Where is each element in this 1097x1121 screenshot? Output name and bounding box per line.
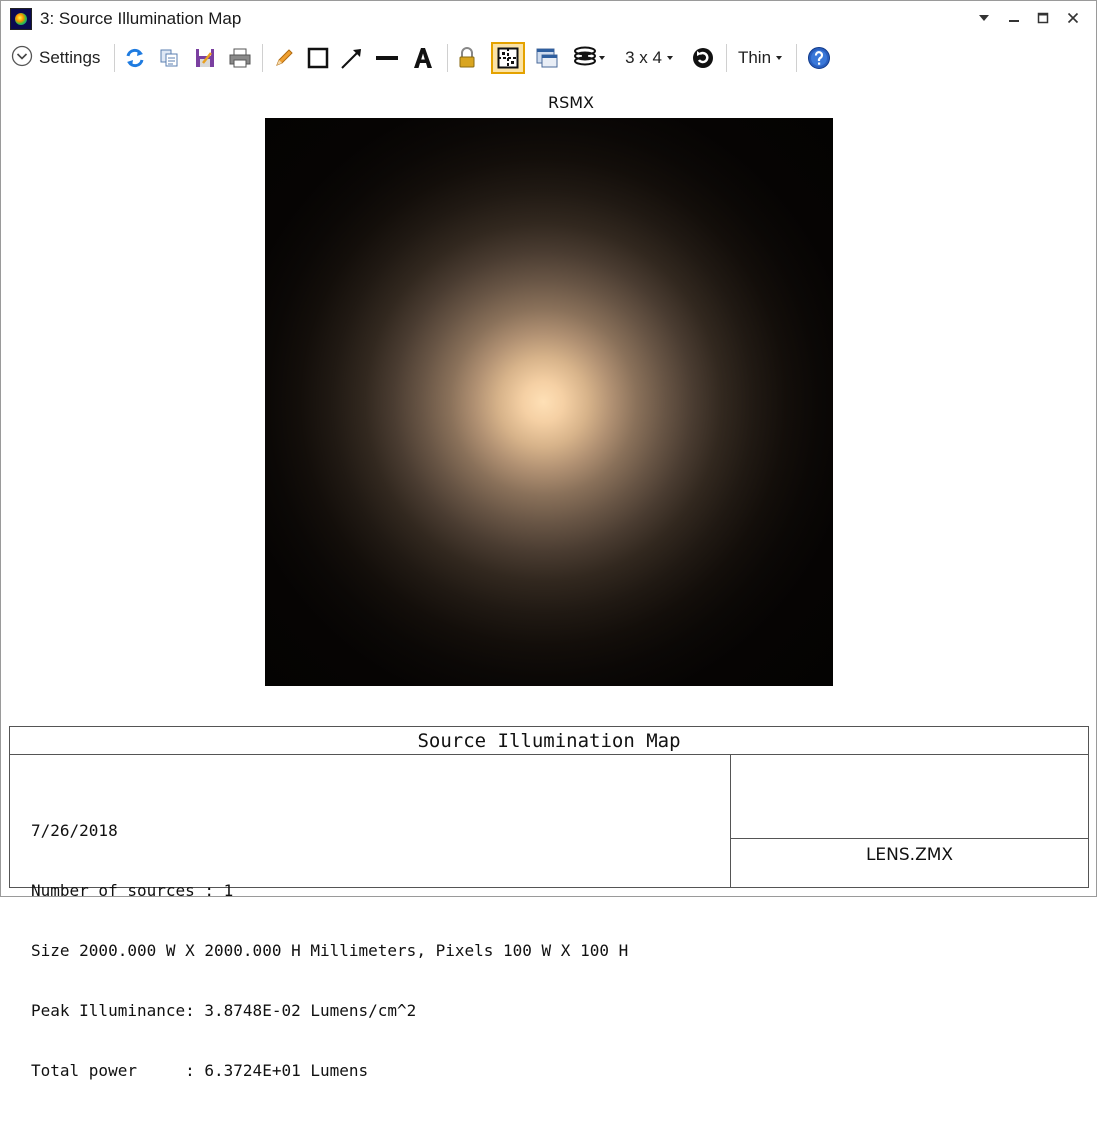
line-icon[interactable] — [373, 42, 401, 74]
close-button[interactable] — [1060, 6, 1086, 30]
info-panel-blank-cell — [731, 755, 1088, 839]
toolbar-separator — [262, 44, 263, 72]
lock-icon[interactable] — [453, 42, 481, 74]
window-icon[interactable] — [533, 42, 561, 74]
title-bar: 3: Source Illumination Map — [1, 1, 1096, 36]
info-line-sources: Number of sources : 1 — [31, 881, 234, 900]
arrow-line-icon[interactable] — [338, 42, 366, 74]
layout-dropdown[interactable]: 3 x 4 — [621, 42, 679, 74]
minimize-button[interactable] — [1001, 6, 1027, 30]
info-line-date: 7/26/2018 — [31, 821, 118, 840]
plot-title: RSMX — [547, 93, 595, 112]
settings-button[interactable]: Settings — [11, 42, 107, 74]
illumination-map-image — [265, 118, 833, 686]
toolbar: Settings 3 x 4 Thin — [1, 38, 1096, 78]
caret-down-icon — [665, 49, 675, 67]
caret-down-icon — [597, 49, 607, 67]
info-lines: 7/26/2018 Number of sources : 1 Size 200… — [31, 781, 628, 1121]
copy-icon[interactable] — [155, 42, 183, 74]
info-line-power: Total power : 6.3724E+01 Lumens — [31, 1061, 369, 1080]
info-line-peak: Peak Illuminance: 3.8748E-02 Lumens/cm^2 — [31, 1001, 417, 1020]
line-width-label: Thin — [737, 48, 772, 67]
toolbar-separator — [114, 44, 115, 72]
info-panel: Source Illumination Map 7/26/2018 Number… — [9, 726, 1089, 1080]
toolbar-separator — [796, 44, 797, 72]
layers-icon — [573, 45, 597, 72]
caret-down-icon — [774, 49, 784, 67]
info-panel-details: 7/26/2018 Number of sources : 1 Size 200… — [10, 755, 731, 1080]
analysis-window: 3: Source Illumination Map Settings 3 x … — [0, 0, 1097, 1080]
app-icon — [10, 8, 32, 30]
grid-toggle-icon[interactable] — [491, 42, 525, 74]
dropdown-arrow-icon[interactable] — [971, 6, 997, 30]
print-icon[interactable] — [226, 42, 254, 74]
maximize-button[interactable] — [1030, 6, 1056, 30]
text-icon[interactable] — [409, 42, 437, 74]
file-name: LENS.ZMX — [865, 845, 954, 865]
window-title: 3: Source Illumination Map — [40, 9, 242, 28]
help-icon[interactable] — [805, 42, 833, 74]
settings-label: Settings — [39, 48, 101, 67]
layout-label: 3 x 4 — [625, 48, 662, 67]
toolbar-separator — [447, 44, 448, 72]
line-width-dropdown[interactable]: Thin — [734, 42, 788, 74]
save-icon[interactable] — [191, 42, 219, 74]
refresh-icon[interactable] — [121, 42, 149, 74]
toolbar-separator — [726, 44, 727, 72]
info-line-size: Size 2000.000 W X 2000.000 H Millimeters… — [31, 941, 629, 960]
rotate-icon[interactable] — [689, 42, 717, 74]
pencil-icon[interactable] — [270, 42, 298, 74]
info-panel-title: Source Illumination Map — [10, 727, 1088, 755]
layers-dropdown[interactable] — [569, 42, 611, 74]
chevron-down-circle-icon — [11, 45, 33, 72]
rectangle-icon[interactable] — [304, 42, 332, 74]
